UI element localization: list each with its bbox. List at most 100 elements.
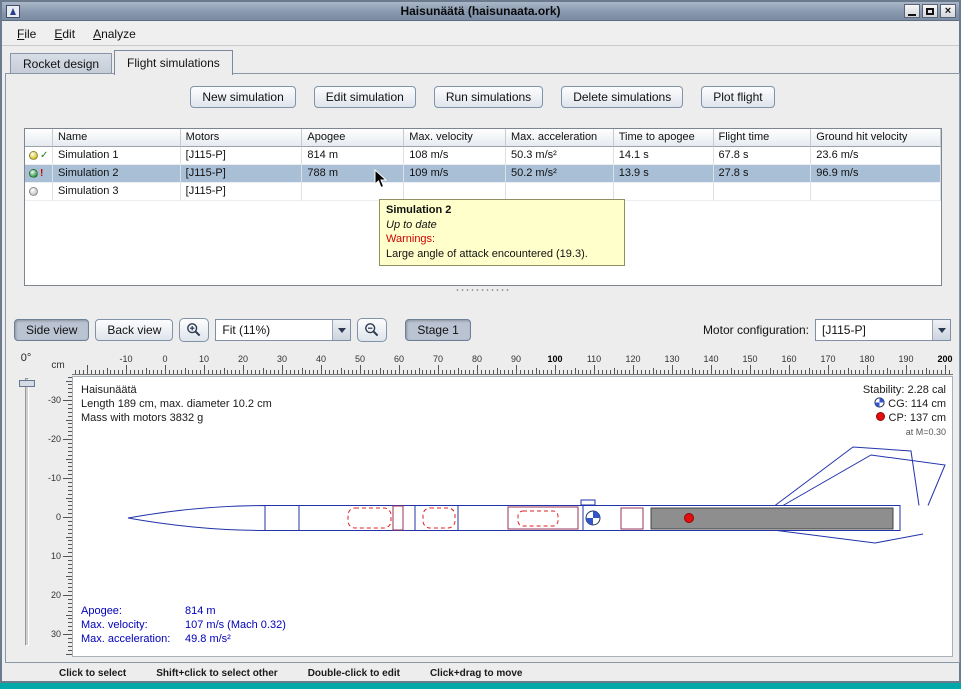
status-mark-icon: ✓ [40,151,48,160]
h-ruler-label: 90 [511,354,521,364]
rotation-slider[interactable] [25,378,29,646]
table-row[interactable]: ✓Simulation 1[J115-P]814 m108 m/s50.3 m/… [25,147,941,165]
titlebar[interactable]: Haisunäätä (haisunaata.ork) × [2,2,959,21]
status-cell: ! [25,165,53,183]
column-header-time-to-apogee[interactable]: Time to apogee [614,129,714,147]
side-view-button[interactable]: Side view [14,319,89,341]
h-ruler-label: 160 [781,354,796,364]
column-header-max-acceleration[interactable]: Max. acceleration [506,129,614,147]
simulation-tooltip: Simulation 2 Up to date Warnings: Large … [379,199,625,266]
status-cell: ✓ [25,147,53,165]
flight-data-summary: Apogee:814 m Max. velocity:107 m/s (Mach… [81,604,286,646]
menu-edit[interactable]: Edit [45,24,84,44]
cell: Simulation 1 [53,147,181,165]
fin [783,455,945,506]
cell: 67.8 s [714,147,812,165]
close-button[interactable]: × [940,4,956,18]
column-header-motors[interactable]: Motors [181,129,303,147]
maximize-icon [926,8,934,15]
apogee-label: Apogee: [81,604,185,618]
tooltip-warning-text: Large angle of attack encountered (19.3)… [386,247,618,262]
zoom-out-button[interactable] [357,318,387,342]
tooltip-warnings-label: Warnings: [386,232,618,247]
new-simulation-button[interactable]: New simulation [190,86,295,108]
column-header-status[interactable] [25,129,53,147]
back-view-button[interactable]: Back view [95,319,173,341]
rocket-canvas[interactable]: Haisunäätä Length 189 cm, max. diameter … [72,376,953,657]
cell: 14.1 s [614,147,714,165]
run-simulations-button[interactable]: Run simulations [434,86,543,108]
tab-flight-simulations[interactable]: Flight simulations [114,50,233,75]
zoom-select[interactable]: Fit (11%) [215,319,351,341]
split-handle[interactable] [455,288,511,292]
h-ruler-label: 80 [472,354,482,364]
table-row[interactable]: !Simulation 2[J115-P]788 m109 m/s50.2 m/… [25,165,941,183]
v-ruler-label: -20 [48,434,61,444]
cell: 814 m [302,147,404,165]
column-header-apogee[interactable]: Apogee [302,129,404,147]
magnifier-plus-icon [186,322,202,338]
rotation-value: 0° [10,352,42,364]
h-ruler-label: 30 [277,354,287,364]
h-ruler-label: 140 [703,354,718,364]
status-cell [25,183,53,201]
status-hint: Double-click to edit [308,668,400,679]
stage-1-toggle[interactable]: Stage 1 [405,319,470,341]
tooltip-title: Simulation 2 [386,203,618,218]
plot-flight-button[interactable]: Plot flight [701,86,774,108]
cp-marker [685,514,694,523]
motor-configuration-select[interactable]: [J115-P] [815,319,951,341]
cell: 788 m [302,165,404,183]
h-ruler-label: 100 [547,354,562,364]
motor-configuration-label: Motor configuration: [703,323,809,337]
cell: 109 m/s [404,165,506,183]
desktop-strip [0,683,961,689]
status-mark-icon: ! [40,169,43,178]
cell: 50.3 m/s² [506,147,614,165]
column-header-ground-hit-velocity[interactable]: Ground hit velocity [811,129,941,147]
minimize-icon [908,14,916,16]
magnifier-minus-icon [364,322,380,338]
status-ball-icon [29,151,38,160]
stability-value: Stability: 2.28 cal [863,383,946,397]
column-header-flight-time[interactable]: Flight time [714,129,812,147]
column-header-max-velocity[interactable]: Max. velocity [404,129,506,147]
h-ruler-label: 170 [820,354,835,364]
menu-analyze[interactable]: Analyze [84,24,145,44]
rotation-slider-thumb[interactable] [19,380,35,387]
cell: [J115-P] [181,147,303,165]
cg-marker [586,511,600,525]
flight-simulations-panel: New simulation Edit simulation Run simulat… [5,73,960,663]
h-ruler-label: 150 [742,354,757,364]
max-acceleration-label: Max. acceleration: [81,632,185,646]
view-toolbar: Side view Back view Fit (11%) [14,316,951,344]
cell: [J115-P] [181,165,303,183]
close-icon: × [945,6,951,16]
status-hint: Shift+click to select other [156,668,277,679]
tooltip-status: Up to date [386,218,618,233]
cell: 96.9 m/s [811,165,941,183]
minimize-button[interactable] [904,4,920,18]
table-body: ✓Simulation 1[J115-P]814 m108 m/s50.3 m/… [25,147,941,201]
rocket-mass: Mass with motors 3832 g [81,411,272,425]
apogee-value: 814 m [185,604,286,618]
column-header-name[interactable]: Name [53,129,181,147]
v-ruler-label: 10 [51,551,61,561]
h-ruler-label: 20 [238,354,248,364]
tab-rocket-design[interactable]: Rocket design [10,53,112,74]
nose-cone [128,506,265,531]
maximize-button[interactable] [922,4,938,18]
edit-simulation-button[interactable]: Edit simulation [314,86,416,108]
zoom-in-button[interactable] [179,318,209,342]
h-ruler-label: 200 [937,354,952,364]
max-velocity-value: 107 m/s (Mach 0.32) [185,618,286,632]
v-ruler-label: 20 [51,590,61,600]
delete-simulations-button[interactable]: Delete simulations [561,86,683,108]
h-ruler-label: -10 [119,354,132,364]
cell: Simulation 2 [53,165,181,183]
v-ruler-label: -10 [48,473,61,483]
chevron-down-icon [932,320,950,340]
v-ruler: -30-20-100102030 [46,376,72,657]
h-ruler-label: 130 [664,354,679,364]
menu-file[interactable]: File [8,24,45,44]
